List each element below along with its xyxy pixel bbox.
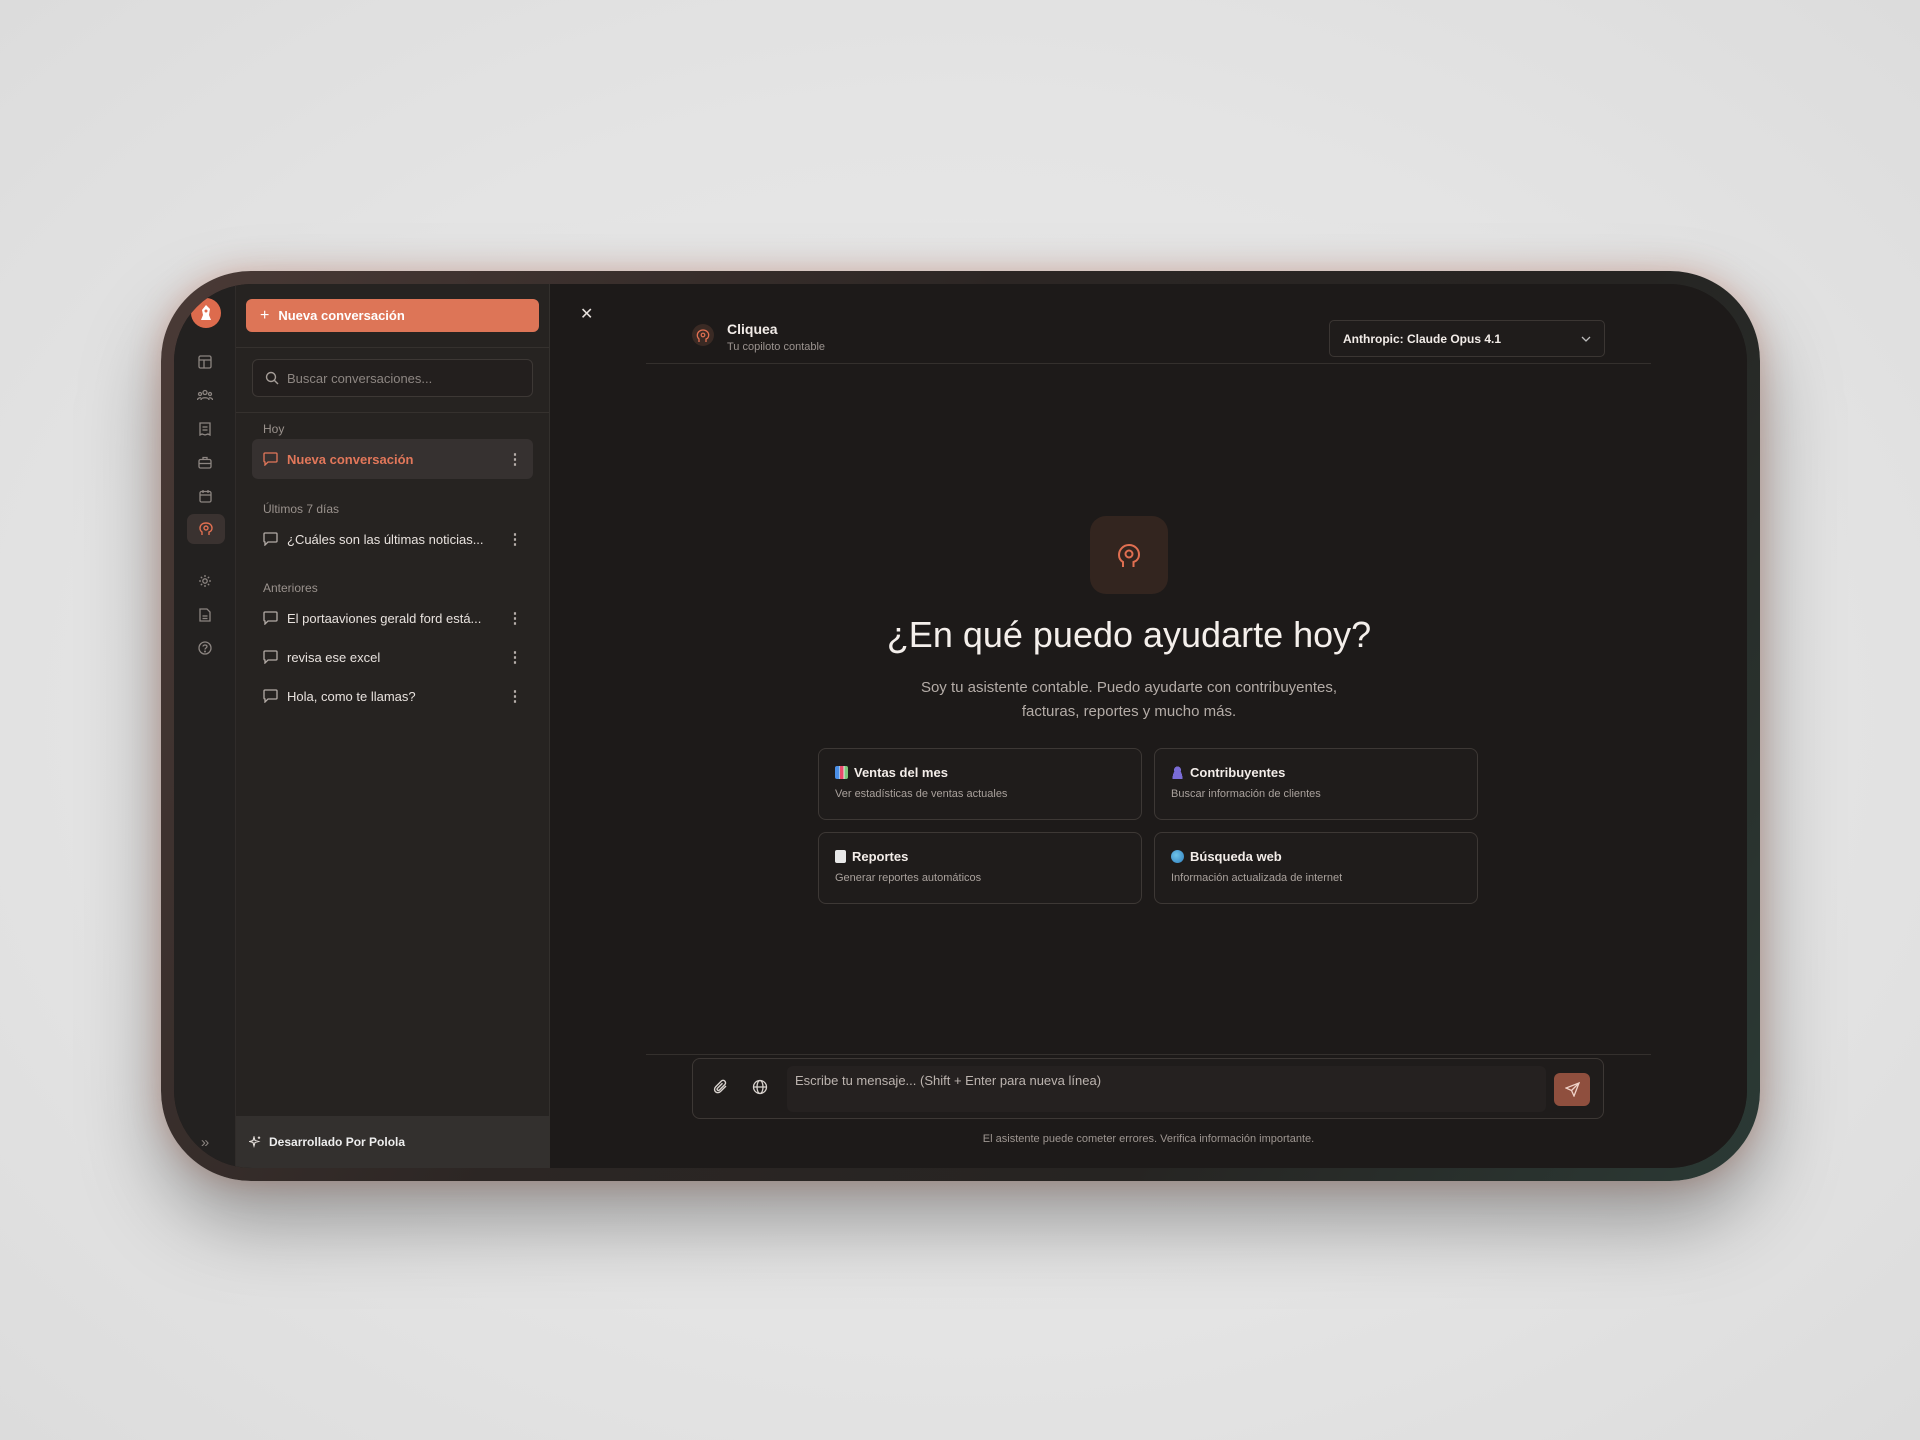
globe-icon[interactable] [752, 1079, 768, 1100]
footer-credit: Desarrollado Por Polola [269, 1135, 406, 1149]
chat-bubble-icon [263, 650, 278, 664]
hero-title: ¿En qué puedo ayudarte hoy? [886, 614, 1372, 655]
new-conversation-label: Nueva conversación [278, 308, 405, 323]
plus-icon: + [260, 306, 270, 324]
chevron-down-icon [1581, 336, 1591, 342]
dashboard-icon[interactable] [191, 348, 219, 376]
divider [236, 412, 549, 413]
send-button[interactable] [1554, 1073, 1590, 1106]
person-emoji-icon [1171, 766, 1184, 779]
assistant-head-icon [692, 324, 714, 351]
icon-rail: » [174, 284, 236, 1168]
conversation-item[interactable]: Hola, como te llamas? ⋮ [252, 676, 533, 716]
divider [236, 347, 549, 348]
chat-bubble-icon [263, 452, 278, 466]
chat-header: Cliquea Tu copiloto contable Anthropic: … [646, 284, 1651, 364]
briefcase-icon[interactable] [191, 448, 219, 476]
document-emoji-icon [835, 850, 846, 863]
model-selector-value: Anthropic: Claude Opus 4.1 [1343, 331, 1502, 346]
message-composer [692, 1058, 1604, 1119]
more-options-icon[interactable]: ⋮ [505, 687, 525, 705]
users-icon[interactable] [191, 381, 219, 409]
device-frame: » + Nueva conversación Hoy Nueva convers… [161, 271, 1760, 1181]
app-name: Cliquea [727, 321, 778, 337]
hero-assistant-icon [1090, 516, 1168, 594]
calendar-icon[interactable] [191, 482, 219, 510]
suggestion-title: Contribuyentes [1190, 765, 1286, 780]
assistant-icon[interactable] [187, 514, 225, 544]
suggestion-desc: Información actualizada de internet [1171, 872, 1343, 884]
sparkles-icon [249, 1136, 261, 1148]
divider [646, 1054, 1651, 1055]
hero-subtitle-line: facturas, reportes y mucho más. [1021, 703, 1237, 720]
suggestion-title: Reportes [852, 849, 909, 864]
conversation-item[interactable]: ¿Cuáles son las últimas noticias... ⋮ [252, 519, 533, 559]
suggestion-card-sales[interactable]: Ventas del mes Ver estadísticas de venta… [818, 748, 1142, 820]
search-icon [265, 371, 279, 385]
send-icon [1564, 1082, 1580, 1097]
suggestion-card-reports[interactable]: Reportes Generar reportes automáticos [818, 832, 1142, 904]
group-label-previous: Anteriores [263, 581, 318, 595]
group-label-last-7-days: Últimos 7 días [263, 502, 340, 516]
chat-bubble-icon [263, 532, 278, 546]
model-selector[interactable]: Anthropic: Claude Opus 4.1 [1329, 320, 1605, 357]
conversations-panel: + Nueva conversación Hoy Nueva conversac… [236, 284, 550, 1168]
suggestion-desc: Ver estadísticas de ventas actuales [835, 788, 1008, 800]
conversation-title: Nueva conversación [287, 451, 414, 467]
disclaimer-text: El asistente puede cometer errores. Veri… [982, 1133, 1315, 1145]
chat-bubble-icon [263, 611, 278, 625]
receipt-icon[interactable] [191, 415, 219, 443]
app-screen: » + Nueva conversación Hoy Nueva convers… [174, 284, 1747, 1168]
paperclip-icon[interactable] [713, 1079, 729, 1100]
app-logo[interactable] [191, 298, 221, 328]
globe-emoji-icon [1171, 850, 1184, 863]
new-conversation-button[interactable]: + Nueva conversación [246, 299, 539, 332]
suggestion-card-taxpayers[interactable]: Contribuyentes Buscar información de cli… [1154, 748, 1478, 820]
hero-subtitle: Soy tu asistente contable. Puedo ayudart… [830, 676, 1428, 724]
conversation-item[interactable]: El portaaviones gerald ford está... ⋮ [252, 598, 533, 638]
suggestion-desc: Buscar información de clientes [1171, 788, 1321, 800]
conversation-title: ¿Cuáles son las últimas noticias... [287, 531, 484, 547]
app-subtitle: Tu copiloto contable [727, 341, 826, 353]
conversation-title: revisa ese excel [287, 649, 381, 665]
chat-bubble-icon [263, 689, 278, 703]
more-options-icon[interactable]: ⋮ [505, 648, 525, 666]
suggestion-title: Búsqueda web [1190, 849, 1282, 864]
chart-emoji-icon [835, 766, 848, 779]
expand-sidebar-icon[interactable]: » [174, 1116, 236, 1168]
search-input[interactable] [287, 370, 507, 386]
close-icon[interactable]: ✕ [580, 304, 593, 324]
help-icon[interactable] [191, 634, 219, 662]
conversation-title: El portaaviones gerald ford está... [287, 610, 482, 626]
file-icon[interactable] [191, 601, 219, 629]
conversation-item[interactable]: Nueva conversación ⋮ [252, 439, 533, 479]
panel-footer: Desarrollado Por Polola [236, 1116, 549, 1168]
search-box[interactable] [252, 359, 533, 397]
group-label-today: Hoy [263, 422, 285, 436]
suggestion-desc: Generar reportes automáticos [835, 872, 982, 884]
settings-icon[interactable] [191, 567, 219, 595]
more-options-icon[interactable]: ⋮ [505, 530, 525, 548]
main-chat-area: ✕ Cliquea Tu copiloto contable Anthropic… [550, 284, 1747, 1168]
conversation-title: Hola, como te llamas? [287, 688, 416, 704]
suggestion-card-web-search[interactable]: Búsqueda web Información actualizada de … [1154, 832, 1478, 904]
hero-subtitle-line: Soy tu asistente contable. Puedo ayudart… [920, 679, 1338, 696]
more-options-icon[interactable]: ⋮ [505, 609, 525, 627]
suggestion-title: Ventas del mes [854, 765, 948, 780]
message-input[interactable] [787, 1066, 1546, 1112]
more-options-icon[interactable]: ⋮ [505, 450, 525, 468]
conversation-item[interactable]: revisa ese excel ⋮ [252, 637, 533, 677]
